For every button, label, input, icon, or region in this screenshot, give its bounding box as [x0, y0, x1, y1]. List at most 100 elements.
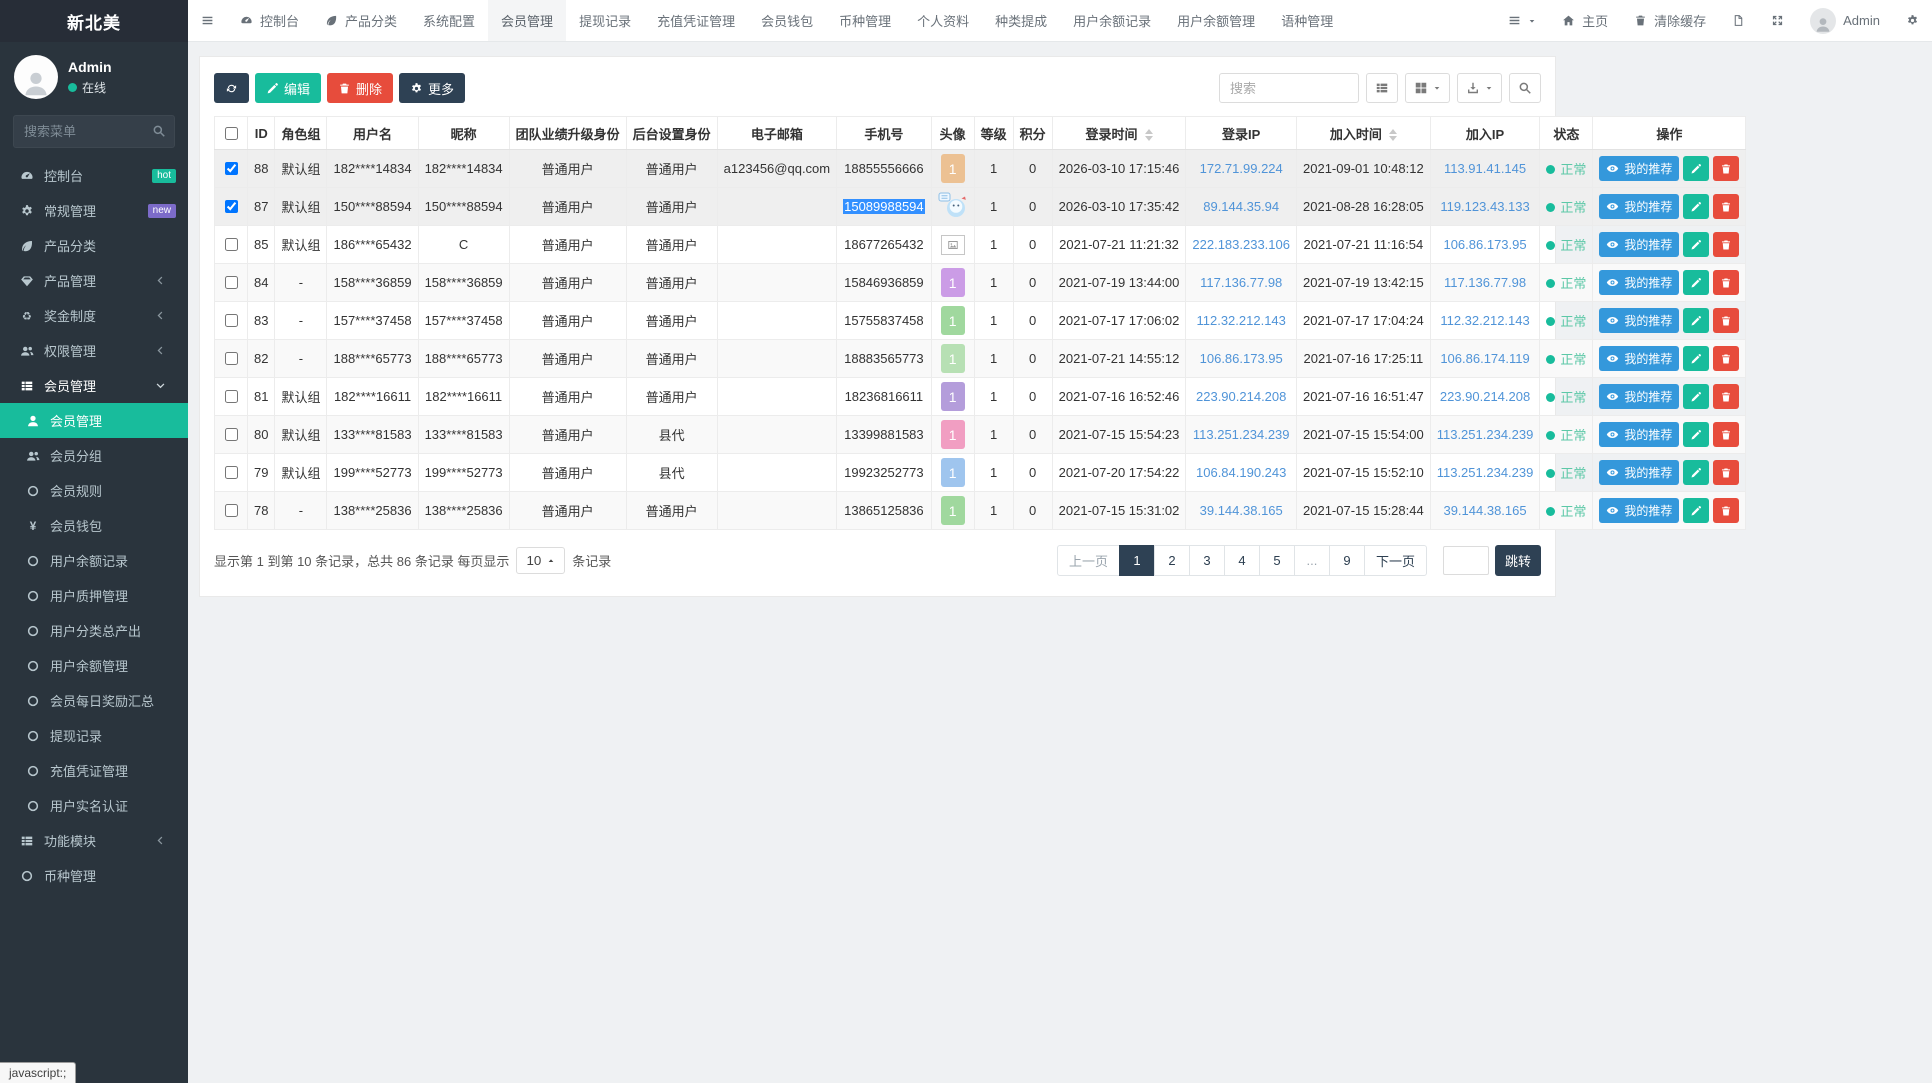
- sidebar-toggle-button[interactable]: [188, 0, 227, 41]
- sidebar-item[interactable]: 用户分类总产出: [0, 613, 188, 648]
- row-edit-button[interactable]: [1683, 308, 1709, 333]
- join-ip-link[interactable]: 223.90.214.208: [1440, 389, 1530, 404]
- login-ip-link[interactable]: 39.144.38.165: [1200, 503, 1283, 518]
- sidebar-item[interactable]: 提现记录: [0, 718, 188, 753]
- join-ip-link[interactable]: 39.144.38.165: [1443, 503, 1526, 518]
- sidebar-item[interactable]: 会员分组: [0, 438, 188, 473]
- page-button-3[interactable]: 3: [1189, 545, 1225, 576]
- my-referrals-button[interactable]: 我的推荐: [1599, 156, 1679, 181]
- nav-clear-cache-button[interactable]: 清除缓存: [1621, 0, 1719, 41]
- sidebar-item[interactable]: 会员管理: [0, 368, 188, 403]
- row-delete-button[interactable]: [1713, 422, 1739, 447]
- nav-tab-5[interactable]: 充值凭证管理: [644, 0, 748, 41]
- row-checkbox[interactable]: [225, 504, 238, 517]
- row-edit-button[interactable]: [1683, 384, 1709, 409]
- nav-fullscreen-button[interactable]: [1758, 0, 1797, 41]
- row-checkbox[interactable]: [225, 390, 238, 403]
- row-edit-button[interactable]: [1683, 194, 1709, 219]
- row-delete-button[interactable]: [1713, 232, 1739, 257]
- join-ip-link[interactable]: 117.136.77.98: [1444, 275, 1526, 290]
- sidebar-item[interactable]: 会员管理: [0, 403, 188, 438]
- join-ip-link[interactable]: 113.251.234.239: [1437, 465, 1534, 480]
- nav-tab-6[interactable]: 会员钱包: [748, 0, 826, 41]
- nav-tab-9[interactable]: 种类提成: [982, 0, 1060, 41]
- row-checkbox[interactable]: [225, 466, 238, 479]
- more-button[interactable]: 更多: [399, 73, 465, 103]
- join-ip-link[interactable]: 113.251.234.239: [1437, 427, 1534, 442]
- my-referrals-button[interactable]: 我的推荐: [1599, 384, 1679, 409]
- select-all-checkbox[interactable]: [225, 127, 238, 140]
- sidebar-item[interactable]: 奖金制度: [0, 298, 188, 333]
- row-edit-button[interactable]: [1683, 232, 1709, 257]
- sort-arrows-icon[interactable]: [1389, 129, 1397, 141]
- login-ip-link[interactable]: 223.90.214.208: [1196, 389, 1286, 404]
- sidebar-item[interactable]: 充值凭证管理: [0, 753, 188, 788]
- row-checkbox[interactable]: [225, 276, 238, 289]
- row-edit-button[interactable]: [1683, 156, 1709, 181]
- refresh-button[interactable]: [214, 73, 249, 103]
- row-checkbox[interactable]: [225, 428, 238, 441]
- row-edit-button[interactable]: [1683, 498, 1709, 523]
- page-button-2[interactable]: 2: [1154, 545, 1190, 576]
- sidebar-item[interactable]: 用户质押管理: [0, 578, 188, 613]
- row-delete-button[interactable]: [1713, 194, 1739, 219]
- nav-tab-8[interactable]: 个人资料: [904, 0, 982, 41]
- join-ip-link[interactable]: 119.123.43.133: [1440, 199, 1529, 214]
- login-ip-link[interactable]: 117.136.77.98: [1200, 275, 1282, 290]
- my-referrals-button[interactable]: 我的推荐: [1599, 460, 1679, 485]
- nav-tab-3[interactable]: 会员管理: [488, 0, 566, 41]
- login-ip-link[interactable]: 222.183.233.106: [1192, 237, 1290, 252]
- jump-button[interactable]: 跳转: [1495, 545, 1541, 576]
- sidebar-item[interactable]: 功能模块: [0, 823, 188, 858]
- nav-tab-11[interactable]: 用户余额管理: [1164, 0, 1268, 41]
- row-delete-button[interactable]: [1713, 156, 1739, 181]
- my-referrals-button[interactable]: 我的推荐: [1599, 232, 1679, 257]
- join-ip-link[interactable]: 113.91.41.145: [1444, 161, 1526, 176]
- sidebar-item[interactable]: 产品分类: [0, 228, 188, 263]
- join-ip-link[interactable]: 106.86.173.95: [1443, 237, 1526, 252]
- my-referrals-button[interactable]: 我的推荐: [1599, 422, 1679, 447]
- sidebar-item[interactable]: 常规管理new: [0, 193, 188, 228]
- column-header[interactable]: 加入时间: [1297, 117, 1431, 150]
- advanced-search-button[interactable]: [1509, 73, 1541, 103]
- prev-page-button[interactable]: 上一页: [1057, 545, 1120, 576]
- sidebar-item[interactable]: 控制台hot: [0, 158, 188, 193]
- row-delete-button[interactable]: [1713, 346, 1739, 371]
- page-button-...[interactable]: ...: [1294, 545, 1330, 576]
- pagination-switch-button[interactable]: [1366, 73, 1398, 103]
- nav-home-button[interactable]: 主页: [1549, 0, 1621, 41]
- login-ip-link[interactable]: 113.251.234.239: [1193, 427, 1290, 442]
- columns-button[interactable]: [1405, 73, 1450, 103]
- page-button-4[interactable]: 4: [1224, 545, 1260, 576]
- sidebar-item[interactable]: 用户余额记录: [0, 543, 188, 578]
- sort-arrows-icon[interactable]: [1145, 129, 1153, 141]
- sidebar-item[interactable]: 币种管理: [0, 858, 188, 893]
- export-button[interactable]: [1457, 73, 1502, 103]
- login-ip-link[interactable]: 106.86.173.95: [1200, 351, 1283, 366]
- my-referrals-button[interactable]: 我的推荐: [1599, 346, 1679, 371]
- row-delete-button[interactable]: [1713, 498, 1739, 523]
- nav-user-menu[interactable]: Admin: [1797, 0, 1893, 41]
- row-checkbox[interactable]: [225, 162, 238, 175]
- nav-tab-7[interactable]: 币种管理: [826, 0, 904, 41]
- nav-tab-0[interactable]: 控制台: [227, 0, 312, 41]
- page-button-1[interactable]: 1: [1119, 545, 1155, 576]
- nav-tab-1[interactable]: 产品分类: [312, 0, 410, 41]
- row-edit-button[interactable]: [1683, 422, 1709, 447]
- menu-search-input[interactable]: [13, 115, 175, 148]
- nav-tab-10[interactable]: 用户余额记录: [1060, 0, 1164, 41]
- nav-tab-4[interactable]: 提现记录: [566, 0, 644, 41]
- my-referrals-button[interactable]: 我的推荐: [1599, 308, 1679, 333]
- my-referrals-button[interactable]: 我的推荐: [1599, 498, 1679, 523]
- table-search-input[interactable]: [1219, 73, 1359, 103]
- sidebar-item[interactable]: 产品管理: [0, 263, 188, 298]
- sidebar-item[interactable]: 会员每日奖励汇总: [0, 683, 188, 718]
- login-ip-link[interactable]: 89.144.35.94: [1203, 199, 1279, 214]
- nav-menu-dropdown[interactable]: [1495, 0, 1549, 41]
- row-checkbox[interactable]: [225, 238, 238, 251]
- page-button-9[interactable]: 9: [1329, 545, 1365, 576]
- sidebar-item[interactable]: 会员规则: [0, 473, 188, 508]
- jump-page-input[interactable]: [1443, 546, 1489, 575]
- my-referrals-button[interactable]: 我的推荐: [1599, 270, 1679, 295]
- row-delete-button[interactable]: [1713, 270, 1739, 295]
